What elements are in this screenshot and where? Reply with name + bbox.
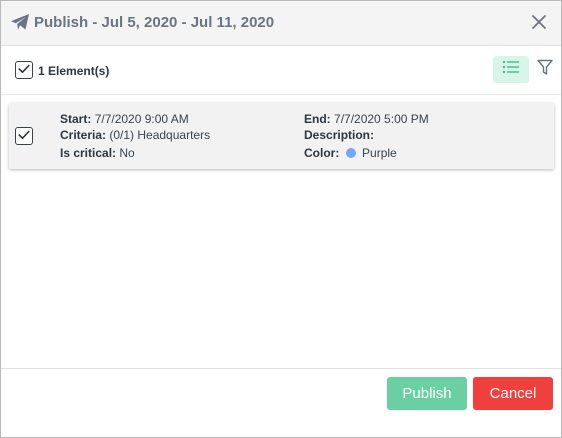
color-swatch — [345, 148, 356, 158]
dialog-title: Publish - Jul 5, 2020 - Jul 11, 2020 — [34, 14, 275, 31]
end-field: End: 7/7/2020 5:00 PM — [304, 112, 429, 126]
paper-plane-icon — [10, 13, 30, 31]
dialog-header: Publish - Jul 5, 2020 - Jul 11, 2020 — [1, 1, 561, 46]
start-label: Start: — [60, 112, 92, 126]
list-icon — [502, 60, 520, 79]
publish-dialog: Publish - Jul 5, 2020 - Jul 11, 2020 1 E… — [0, 0, 562, 438]
end-label: End: — [304, 112, 331, 126]
description-label: Description: — [304, 128, 375, 142]
criteria-value: (0/1) Headquarters — [109, 128, 211, 142]
criteria-label: Criteria: — [60, 128, 107, 142]
publish-button[interactable]: Publish — [387, 377, 467, 410]
color-value: Purple — [362, 146, 397, 160]
start-value: 7/7/2020 9:00 AM — [94, 112, 189, 126]
end-value: 7/7/2020 5:00 PM — [334, 112, 429, 126]
color-label: Color: — [304, 146, 340, 160]
is-critical-field: Is critical: No — [60, 146, 135, 160]
cancel-button[interactable]: Cancel — [473, 377, 553, 410]
select-all-checkbox[interactable] — [15, 61, 33, 79]
item-checkbox[interactable] — [15, 127, 33, 145]
color-field: Color: Purple — [304, 146, 397, 160]
checkmark-icon — [18, 127, 30, 145]
close-button[interactable] — [528, 13, 550, 35]
criteria-field: Criteria: (0/1) Headquarters — [60, 128, 210, 142]
start-field: Start: 7/7/2020 9:00 AM — [60, 112, 189, 126]
list-view-toggle-button[interactable] — [493, 56, 529, 83]
dialog-footer: Publish Cancel — [1, 368, 561, 437]
filter-button[interactable] — [535, 59, 555, 81]
description-field: Description: — [304, 128, 374, 142]
is-critical-value: No — [119, 146, 135, 160]
selection-toolbar: 1 Element(s) — [1, 47, 561, 95]
filter-icon — [537, 59, 553, 81]
is-critical-label: Is critical: — [60, 146, 117, 160]
checkmark-icon — [18, 61, 30, 79]
element-list: Start: 7/7/2020 9:00 AM Criteria: (0/1) … — [1, 96, 561, 368]
close-icon — [532, 14, 546, 34]
element-count-label: 1 Element(s) — [38, 64, 110, 78]
list-item[interactable]: Start: 7/7/2020 9:00 AM Criteria: (0/1) … — [9, 103, 554, 169]
